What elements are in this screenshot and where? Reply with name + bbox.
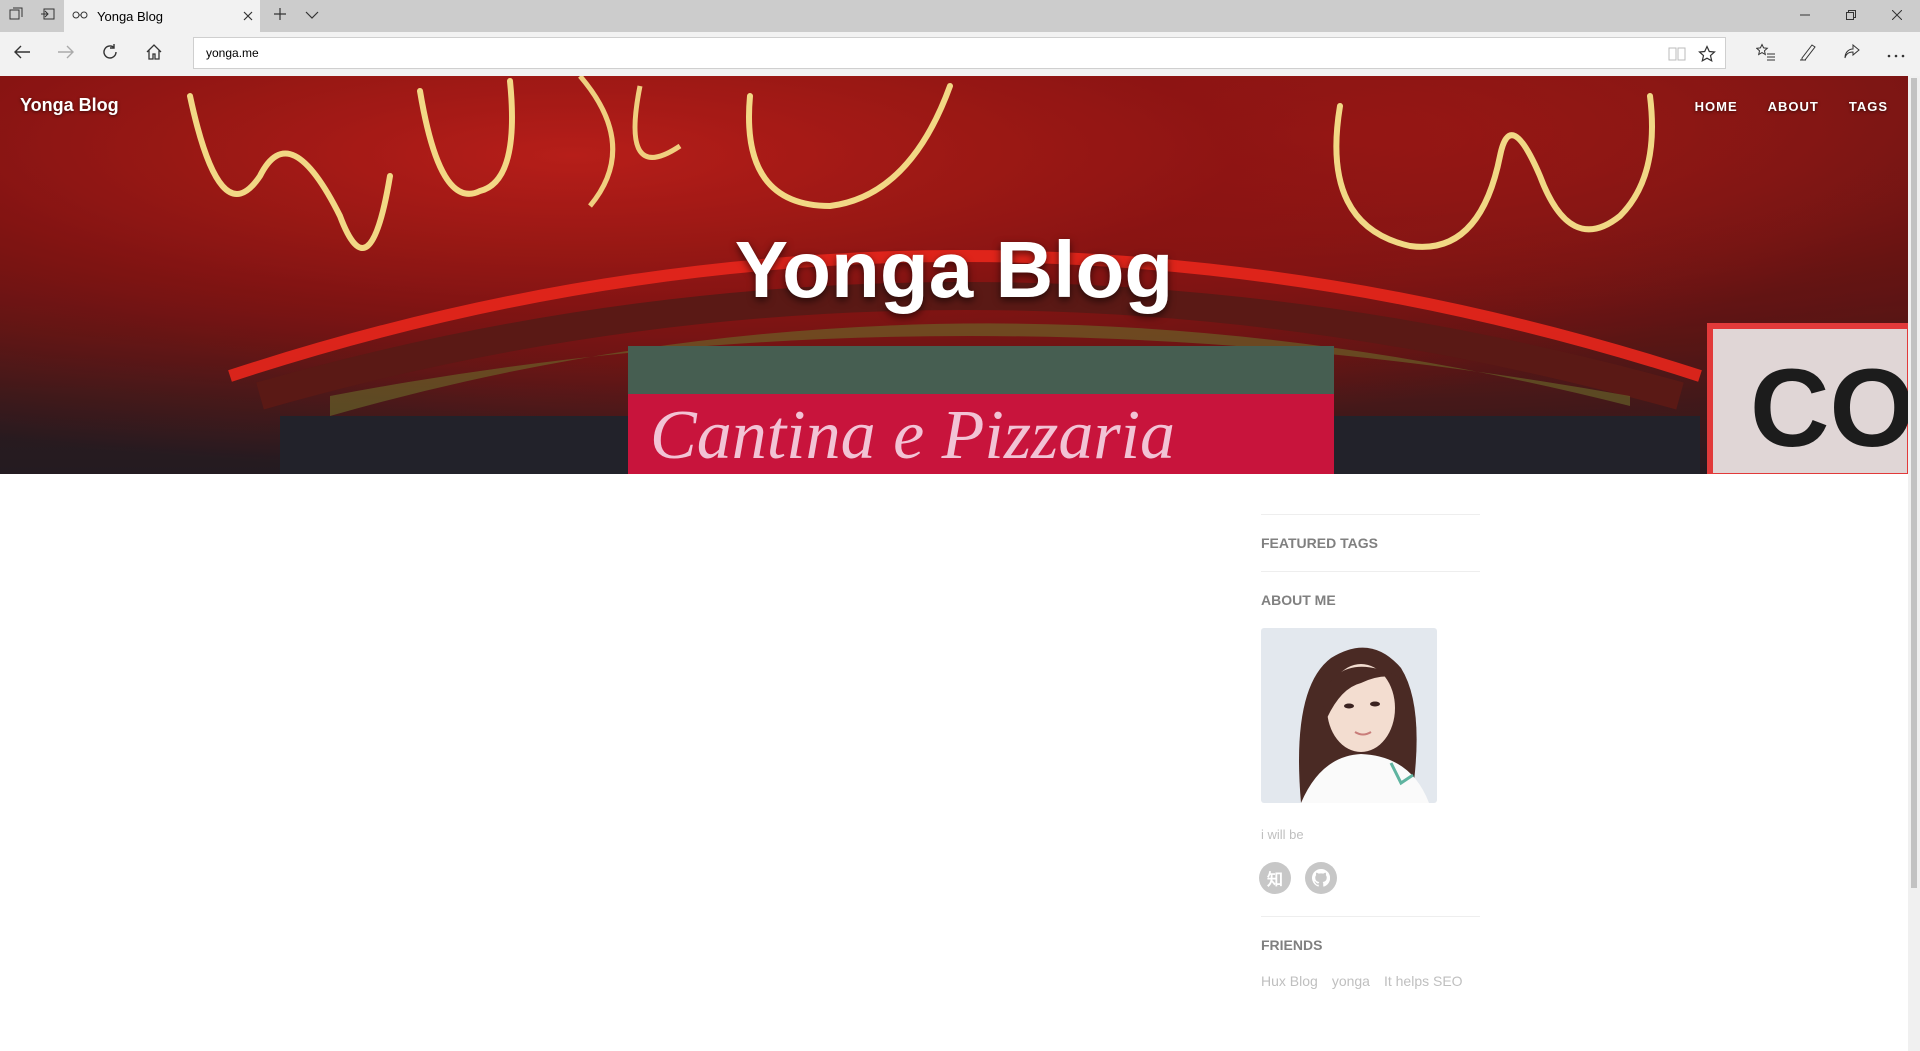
refresh-button[interactable] — [94, 38, 126, 70]
minimize-button[interactable] — [1782, 0, 1828, 32]
new-tab-button[interactable] — [264, 0, 296, 32]
site-brand-link[interactable]: Yonga Blog — [20, 95, 119, 116]
tab-strip: Yonga Blog — [0, 0, 1920, 32]
back-button[interactable] — [6, 38, 38, 70]
url-text[interactable]: yonga.me — [206, 46, 259, 60]
scrollbar-thumb[interactable] — [1911, 78, 1917, 888]
hero-sign-text: Cantina e Pizzaria — [650, 397, 1175, 474]
zhihu-icon[interactable]: 知 — [1259, 862, 1291, 894]
page-viewport: CO Cantina e Pizzaria Yonga Blog HOME AB… — [0, 76, 1908, 1051]
social-links: 知 — [1259, 862, 1480, 894]
friend-link[interactable]: Hux Blog — [1261, 973, 1318, 989]
nav-about-link[interactable]: ABOUT — [1768, 99, 1819, 114]
friends-links: Hux Blog yonga It helps SEO — [1261, 973, 1480, 989]
set-aside-tabs-button[interactable] — [32, 0, 64, 32]
main-nav: HOME ABOUT TAGS — [1695, 99, 1888, 114]
refresh-icon — [101, 43, 119, 66]
arrow-right-icon — [57, 44, 75, 65]
more-dots-icon — [1887, 45, 1905, 63]
avatar — [1261, 628, 1437, 803]
minimize-icon — [1800, 7, 1810, 25]
about-me-heading: ABOUT ME — [1261, 592, 1336, 608]
favorite-star-icon[interactable] — [1697, 44, 1717, 64]
site-favicon-icon — [72, 7, 88, 25]
hero-header: CO Cantina e Pizzaria Yonga Blog HOME AB… — [0, 76, 1908, 474]
svg-text:CO: CO — [1750, 347, 1908, 470]
restore-icon — [1846, 7, 1856, 25]
tab-sets-icon — [9, 7, 23, 26]
nav-home-link[interactable]: HOME — [1695, 99, 1738, 114]
friends-section: FRIENDS Hux Blog yonga It helps SEO — [1261, 916, 1480, 989]
close-icon — [1891, 7, 1903, 25]
browser-toolbar: yonga.me — [0, 32, 1920, 76]
favorites-hub-button[interactable] — [1750, 38, 1782, 70]
restore-button[interactable] — [1828, 0, 1874, 32]
tab-preview-button[interactable] — [296, 0, 328, 32]
about-me-section: ABOUT ME i will be 知 — [1259, 571, 1480, 894]
hero-title: Yonga Blog — [734, 225, 1174, 314]
pen-icon — [1799, 43, 1817, 66]
favorites-list-icon — [1755, 42, 1776, 66]
notes-button[interactable] — [1792, 38, 1824, 70]
share-icon — [1843, 43, 1861, 66]
nav-tags-link[interactable]: TAGS — [1849, 99, 1888, 114]
tab-sets-button[interactable] — [0, 0, 32, 32]
sidebar: FEATURED TAGS ABOUT ME i will be 知 FRIEN… — [1259, 514, 1480, 989]
about-motto: i will be — [1261, 827, 1304, 842]
tab-title: Yonga Blog — [97, 8, 164, 24]
home-icon — [145, 43, 163, 66]
browser-tab-active[interactable]: Yonga Blog — [64, 0, 260, 32]
set-aside-icon — [41, 7, 55, 26]
share-button[interactable] — [1836, 38, 1868, 70]
featured-tags-section: FEATURED TAGS — [1261, 514, 1480, 551]
friend-link[interactable]: yonga — [1332, 973, 1370, 989]
github-icon[interactable] — [1305, 862, 1337, 894]
close-tab-icon[interactable] — [236, 0, 260, 32]
home-button[interactable] — [138, 38, 170, 70]
featured-tags-heading: FEATURED TAGS — [1261, 535, 1378, 551]
address-bar[interactable]: yonga.me — [193, 37, 1726, 69]
arrow-left-icon — [13, 44, 31, 65]
plus-icon — [273, 7, 287, 26]
more-button[interactable] — [1880, 38, 1912, 70]
page-scrollbar[interactable] — [1908, 76, 1920, 1051]
chevron-down-icon — [305, 7, 319, 25]
friend-link[interactable]: It helps SEO — [1384, 973, 1463, 989]
friends-heading: FRIENDS — [1261, 937, 1323, 953]
close-window-button[interactable] — [1874, 0, 1920, 32]
forward-button[interactable] — [50, 38, 82, 70]
reading-view-icon[interactable] — [1667, 44, 1687, 64]
